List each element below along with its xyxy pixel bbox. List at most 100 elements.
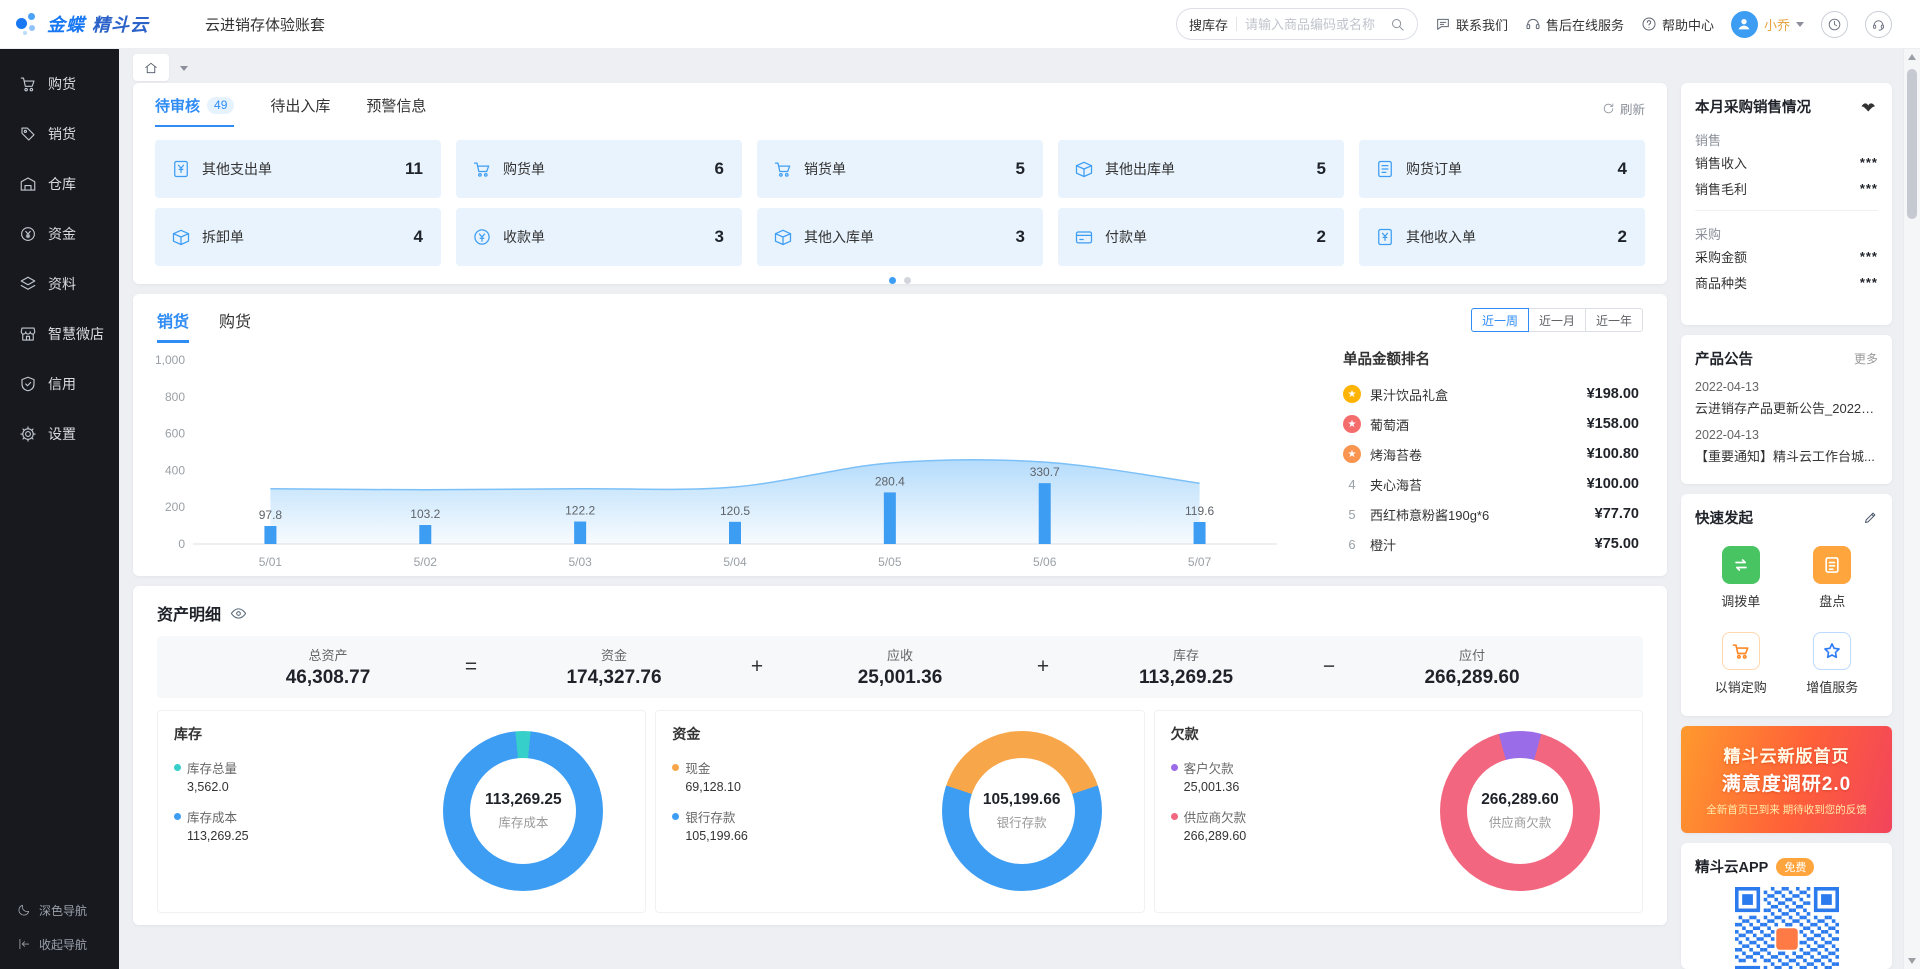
tab-pending-approval[interactable]: 待审核 49 xyxy=(155,95,234,127)
collapse-nav-toggle[interactable]: 收起导航 xyxy=(0,927,119,961)
sidebar-item-label: 资金 xyxy=(48,224,76,244)
tile-label: 其他出库单 xyxy=(1105,159,1175,179)
ranking-row[interactable]: 6 橙汁 ¥75.00 xyxy=(1343,529,1639,559)
home-tab[interactable] xyxy=(133,54,169,81)
cart-icon xyxy=(19,75,37,93)
stat-label: 采购金额 xyxy=(1695,247,1747,266)
collapse-icon xyxy=(17,937,31,951)
sidebar-item-label: 销货 xyxy=(48,124,76,144)
tile-label: 购货单 xyxy=(503,159,545,179)
sidebar-item-label: 购货 xyxy=(48,74,76,94)
app-promo-title: 精斗云APP xyxy=(1695,856,1768,877)
svg-text:5/05: 5/05 xyxy=(878,555,902,569)
scrollbar-thumb[interactable] xyxy=(1907,69,1917,219)
sidebar-item-purchase[interactable]: 购货 xyxy=(0,59,119,109)
tile-disassembly[interactable]: 拆卸单 4 xyxy=(155,208,441,266)
eye-icon[interactable] xyxy=(230,605,247,622)
chevron-down-icon xyxy=(1796,22,1804,27)
tab-pending-inout[interactable]: 待出入库 xyxy=(270,95,330,127)
search-box[interactable]: 搜库存 xyxy=(1176,8,1418,40)
survey-banner[interactable]: 精斗云新版首页 满意度调研2.0 全新首页已到来 期待收到您的反馈 xyxy=(1681,726,1892,833)
sidebar-item-funds[interactable]: 资金 xyxy=(0,209,119,259)
tile-other-expense[interactable]: 其他支出单 11 xyxy=(155,140,441,198)
range-month-button[interactable]: 近一月 xyxy=(1528,308,1586,332)
tile-receipt[interactable]: 收款单 3 xyxy=(456,208,742,266)
tab-warning-info[interactable]: 预警信息 xyxy=(366,95,426,127)
sidebar-item-smart-store[interactable]: 智慧微店 xyxy=(0,309,119,359)
help-center-link[interactable]: 帮助中心 xyxy=(1641,15,1714,34)
user-menu[interactable]: 小乔 xyxy=(1731,11,1804,38)
tab-sales-trend[interactable]: 销货 xyxy=(157,308,189,343)
headset-icon xyxy=(1525,16,1541,32)
tile-count: 3 xyxy=(715,227,724,247)
sidebar-item-sales[interactable]: 销货 xyxy=(0,109,119,159)
funds-total: 资金 174,327.76 xyxy=(480,645,748,689)
scroll-down-arrow[interactable] xyxy=(1904,953,1920,969)
tile-count: 5 xyxy=(1317,159,1326,179)
tile-label: 收款单 xyxy=(503,227,545,247)
scroll-up-arrow[interactable] xyxy=(1904,49,1920,65)
tile-purchase-po[interactable]: 购货订单 4 xyxy=(1359,140,1645,198)
ranking-row[interactable]: 5 西红柿意粉酱190g*6 ¥77.70 xyxy=(1343,499,1639,529)
quick-action-transfer[interactable]: 调拨单 xyxy=(1695,546,1787,610)
tile-other-inbound[interactable]: 其他入库单 3 xyxy=(757,208,1043,266)
sidebar-item-label: 设置 xyxy=(48,424,76,444)
tab-purchase-trend[interactable]: 购货 xyxy=(219,308,251,343)
refresh-button[interactable]: 刷新 xyxy=(1602,99,1645,127)
range-year-button[interactable]: 近一年 xyxy=(1585,308,1643,332)
svg-text:120.5: 120.5 xyxy=(720,504,750,518)
sidebar-item-credit[interactable]: 信用 xyxy=(0,359,119,409)
app-logo[interactable]: 金蝶 精斗云 xyxy=(14,11,149,37)
section-label-sales: 销售 xyxy=(1695,130,1878,149)
quick-action-value-added[interactable]: 增值服务 xyxy=(1787,632,1879,696)
contact-us-link[interactable]: 联系我们 xyxy=(1435,15,1508,34)
tile-label: 拆卸单 xyxy=(202,227,244,247)
stat-value-masked: *** xyxy=(1860,249,1878,264)
search-icon[interactable] xyxy=(1390,17,1405,32)
more-link[interactable]: 更多 xyxy=(1854,350,1878,367)
announcement-item[interactable]: 2022-04-13 云进销存产品更新公告_20220... xyxy=(1695,380,1878,417)
pencil-icon[interactable] xyxy=(1863,510,1878,525)
tile-other-income[interactable]: 其他收入单 2 xyxy=(1359,208,1645,266)
sales-trend-chart: 02004006008001,00097.8103.2122.2120.5280… xyxy=(143,344,1293,574)
ranking-row[interactable]: ★ 葡萄酒 ¥158.00 xyxy=(1343,409,1639,439)
search-category-selector[interactable]: 搜库存 xyxy=(1189,15,1228,34)
formula-label: 库存 xyxy=(1173,645,1199,664)
after-sales-service-link[interactable]: 售后在线服务 xyxy=(1525,15,1624,34)
range-week-button[interactable]: 近一周 xyxy=(1471,308,1529,332)
announcement-item[interactable]: 2022-04-13 【重要通知】精斗云工作台城... xyxy=(1695,428,1878,465)
tab-dropdown-button[interactable] xyxy=(175,59,193,77)
pagination-dot-2[interactable] xyxy=(904,277,911,284)
quick-action-stocktake[interactable]: 盘点 xyxy=(1787,546,1879,610)
tile-payment[interactable]: 付款单 2 xyxy=(1058,208,1344,266)
warehouse-icon xyxy=(19,175,37,193)
ranking-row[interactable]: ★ 烤海苔卷 ¥100.80 xyxy=(1343,439,1639,469)
refresh-label: 刷新 xyxy=(1620,99,1645,118)
refresh-icon xyxy=(1602,102,1615,115)
sidebar-item-data[interactable]: 资料 xyxy=(0,259,119,309)
quick-action-sales-order-purchase[interactable]: 以销定购 xyxy=(1695,632,1787,696)
sidebar-item-warehouse[interactable]: 仓库 xyxy=(0,159,119,209)
monthly-summary-card: 本月采购销售情况 销售 销售收入 *** 销售毛利 *** 采购 采购金额 **… xyxy=(1681,83,1892,325)
legend-dot xyxy=(174,764,181,771)
pagination-dot-1[interactable] xyxy=(889,277,896,284)
sidebar-item-settings[interactable]: 设置 xyxy=(0,409,119,459)
clock-icon xyxy=(1827,17,1842,32)
svg-text:5/02: 5/02 xyxy=(414,555,438,569)
tile-other-outbound[interactable]: 其他出库单 5 xyxy=(1058,140,1344,198)
ranking-row[interactable]: ★ 果汁饮品礼盒 ¥198.00 xyxy=(1343,379,1639,409)
divider xyxy=(1695,210,1878,211)
legend-label: 库存成本 xyxy=(187,807,237,826)
receipt-coin-icon xyxy=(472,227,492,247)
search-input[interactable] xyxy=(1245,17,1382,32)
ranking-row[interactable]: 4 夹心海苔 ¥100.00 xyxy=(1343,469,1639,499)
tile-sales-order[interactable]: 销货单 5 xyxy=(757,140,1043,198)
tile-purchase-order[interactable]: 购货单 6 xyxy=(456,140,742,198)
silver-medal-icon: ★ xyxy=(1343,415,1361,433)
announcement-date: 2022-04-13 xyxy=(1695,428,1878,442)
dark-nav-toggle[interactable]: 深色导航 xyxy=(0,893,119,927)
legend-label: 供应商欠款 xyxy=(1184,807,1247,826)
inventory-donut-chart: 113,269.25 库存成本 xyxy=(443,731,603,891)
online-service-button[interactable] xyxy=(1865,11,1892,38)
history-button[interactable] xyxy=(1821,11,1848,38)
